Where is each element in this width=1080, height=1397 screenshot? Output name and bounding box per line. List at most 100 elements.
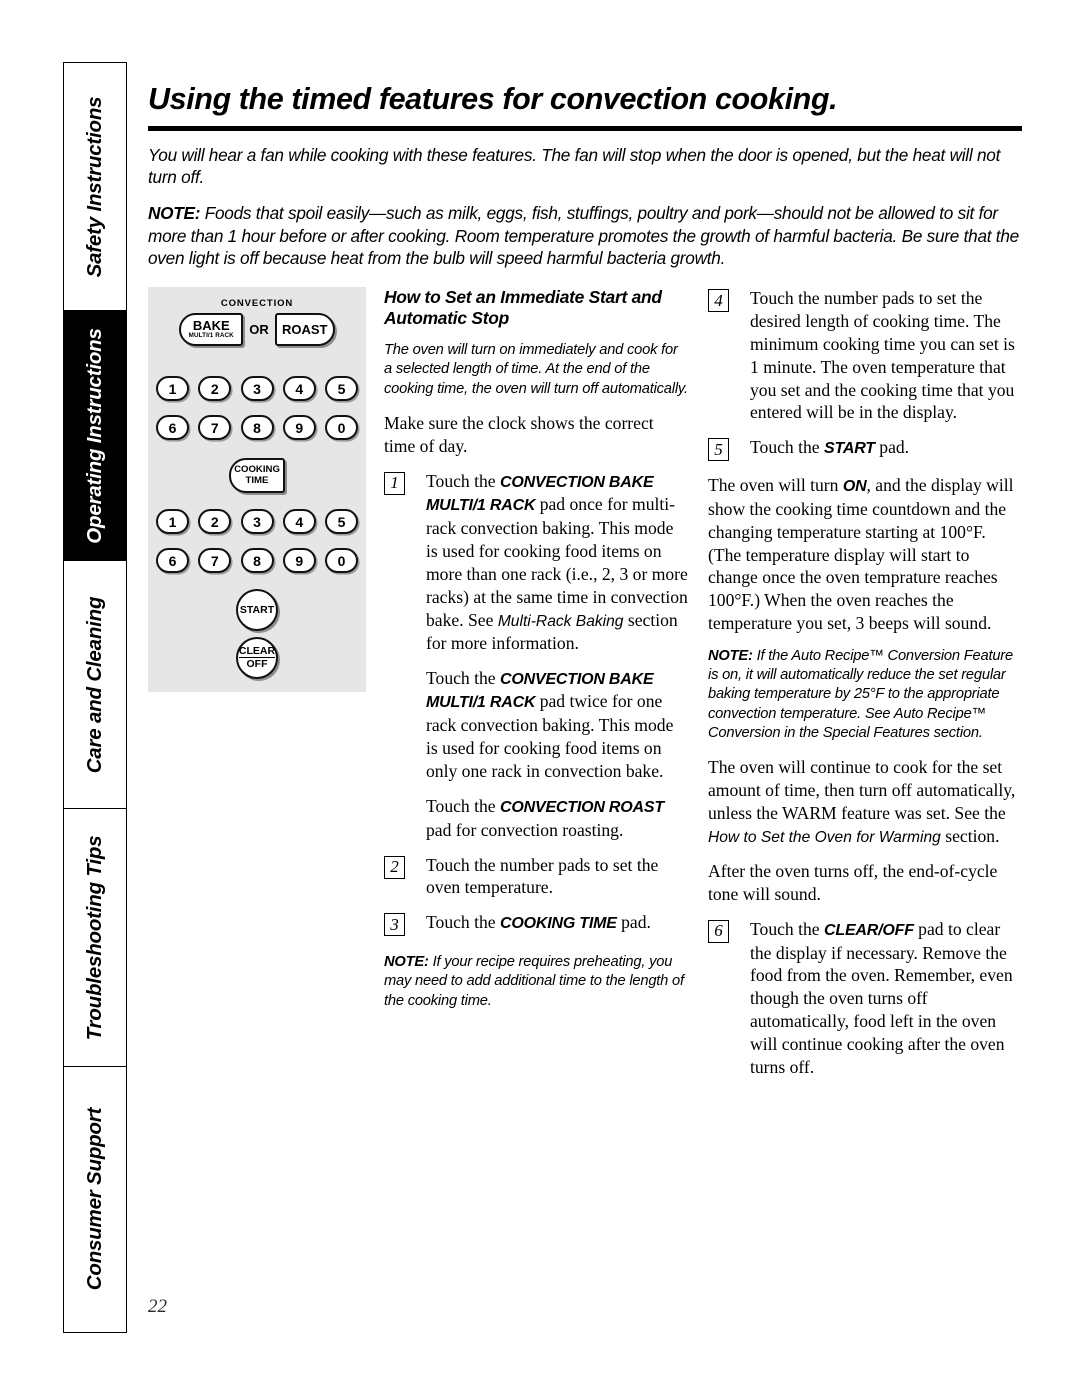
convection-bake-pad[interactable]: BAKE MULTI/1 RACK <box>179 313 244 347</box>
numpad-key[interactable]: 4 <box>282 509 316 535</box>
numpad-row-4: 6 7 8 9 0 <box>156 548 358 574</box>
sidebar-tab-consumer-support[interactable]: Consumer Support <box>64 1067 126 1331</box>
step-6-prefix: Touch the <box>750 918 825 939</box>
page-content: Using the timed features for convection … <box>148 62 1022 1357</box>
numpad-key[interactable]: 0 <box>325 548 358 574</box>
step-number: 6 <box>708 919 729 943</box>
step-3: 3 Touch the COOKING TIME pad. <box>384 911 689 937</box>
numpad-key[interactable]: 1 <box>156 376 189 402</box>
end-of-cycle-paragraph: After the oven turns off, the end-of-cyc… <box>708 861 998 904</box>
paragraph-3-prefix: Touch the <box>426 795 501 816</box>
step-3-prefix: Touch the <box>426 912 501 933</box>
sidebar-tab-troubleshooting-tips[interactable]: Troubleshooting Tips <box>64 809 126 1067</box>
step-4-text: Touch the number pads to set the desired… <box>750 288 1015 423</box>
continue-reference: How to Set the Oven for Warming <box>708 828 941 846</box>
step-3-text: Touch the COOKING TIME pad. <box>426 911 689 935</box>
paragraph-2-prefix: Touch the <box>426 667 501 688</box>
start-group: START <box>148 589 366 632</box>
step-number: 2 <box>384 855 405 879</box>
numpad-key[interactable]: 3 <box>240 376 274 402</box>
step-6-text: Touch the CLEAR/OFF pad to clear the dis… <box>750 918 1022 1079</box>
step-6-pad-name: CLEAR/OFF <box>824 921 914 939</box>
numpad-key[interactable]: 8 <box>240 548 274 574</box>
numpad-key[interactable]: 2 <box>198 376 232 402</box>
intro-paragraph: You will hear a fan while cooking with t… <box>148 144 1001 188</box>
numpad-key[interactable]: 6 <box>156 415 189 441</box>
cooking-time-group: COOKING TIME <box>148 458 366 494</box>
numpad-key[interactable]: 0 <box>325 415 358 441</box>
sidebar-tab-safety-instructions[interactable]: Safety Instructions <box>64 63 126 311</box>
note-text: If the Auto Recipe™ Conversion Feature i… <box>708 647 1013 741</box>
numpad-key[interactable]: 8 <box>240 415 274 441</box>
step-4: 4 Touch the number pads to set the desir… <box>708 287 1022 424</box>
cooking-time-pad[interactable]: COOKING TIME <box>229 458 285 494</box>
note-text: If your recipe requires preheating, you … <box>384 954 684 1009</box>
step-number: 4 <box>708 289 729 313</box>
oven-on-paragraph: The oven will turn ON, and the display w… <box>708 474 1022 635</box>
step-2-text: Touch the number pads to set the oven te… <box>426 854 659 898</box>
off-label: OFF <box>246 658 268 671</box>
continue-suffix: section. <box>940 825 1000 846</box>
numpad-key[interactable]: 2 <box>198 509 232 535</box>
step-number: 1 <box>384 471 405 495</box>
numpad-key[interactable]: 9 <box>282 548 316 574</box>
numpad-key[interactable]: 3 <box>240 509 274 535</box>
numpad-key[interactable]: 5 <box>325 509 358 535</box>
step-5-text: Touch the START pad. <box>750 436 1022 460</box>
cooking-time-label-1: COOKING <box>234 463 280 475</box>
continue-cooking-paragraph: The oven will continue to cook for the s… <box>708 756 1022 848</box>
clear-off-group: CLEAR OFF <box>148 637 366 680</box>
step-number: 5 <box>708 438 729 462</box>
step-6-body: pad to clear the display if necessary. R… <box>750 918 1013 1077</box>
convection-label: CONVECTION <box>220 298 294 310</box>
step-1-reference: Multi-Rack Baking <box>497 612 624 630</box>
continue-prefix: The oven will continue to cook for the s… <box>708 757 1016 823</box>
control-panel-illustration: CONVECTION BAKE MULTI/1 RACK OR ROAST 1 … <box>148 287 366 693</box>
paragraph-2: Touch the CONVECTION BAKE MULTI/1 RACK p… <box>426 667 689 783</box>
oven-on-prefix: The oven will turn <box>708 475 843 496</box>
oven-on-body: , and the display will show the cooking … <box>708 475 1014 634</box>
section-intro: The oven will turn on immediately and co… <box>384 342 688 397</box>
roast-label: ROAST <box>282 322 328 338</box>
step-5-pad-name: START <box>824 440 875 458</box>
intro-note-paragraph: NOTE: Foods that spoil easily—such as mi… <box>148 202 1022 270</box>
step-5-suffix: pad. <box>874 437 910 458</box>
right-text-column: 4 Touch the number pads to set the desir… <box>708 287 1022 1091</box>
paragraph-3-pad-name: CONVECTION ROAST <box>500 798 664 816</box>
title-divider <box>148 125 1022 131</box>
middle-note: NOTE: If your recipe requires preheating… <box>384 953 689 1011</box>
section-tab-rail: Safety Instructions Operating Instruction… <box>63 62 127 1333</box>
note-text: Foods that spoil easily—such as milk, eg… <box>148 202 1019 269</box>
step-1-text: Touch the CONVECTION BAKE MULTI/1 RACK p… <box>426 470 689 655</box>
numpad-key[interactable]: 4 <box>282 376 316 402</box>
page-title: Using the timed features for convection … <box>148 82 838 116</box>
numpad-key[interactable]: 5 <box>325 376 358 402</box>
bake-label: BAKE <box>192 318 230 334</box>
numpad-key[interactable]: 1 <box>156 509 189 535</box>
numpad-row-1: 1 2 3 4 5 <box>156 376 358 402</box>
cooking-time-label-2: TIME <box>245 474 269 486</box>
convection-roast-pad[interactable]: ROAST <box>274 313 335 347</box>
step-3-suffix: pad. <box>616 912 651 933</box>
bake-sublabel: MULTI/1 RACK <box>188 332 234 340</box>
sidebar-tab-label: Troubleshooting Tips <box>83 835 106 1040</box>
sidebar-tab-care-and-cleaning[interactable]: Care and Cleaning <box>64 561 126 809</box>
numpad-key[interactable]: 7 <box>198 548 232 574</box>
note-label: NOTE: <box>148 202 201 223</box>
start-label: START <box>239 603 275 616</box>
start-pad[interactable]: START <box>236 589 278 632</box>
numpad-key[interactable]: 9 <box>282 415 316 441</box>
oven-on-state: ON <box>842 478 867 496</box>
clear-off-pad[interactable]: CLEAR OFF <box>236 637 278 680</box>
step-6: 6 Touch the CLEAR/OFF pad to clear the d… <box>708 918 1022 1079</box>
note-label: NOTE: <box>708 647 753 664</box>
numpad-key[interactable]: 6 <box>156 548 189 574</box>
sidebar-tab-operating-instructions[interactable]: Operating Instructions <box>64 311 126 561</box>
paragraph-3: Touch the CONVECTION ROAST pad for conve… <box>426 795 689 842</box>
convection-mode-buttons: BAKE MULTI/1 RACK OR ROAST <box>148 313 366 347</box>
clock-note: Make sure the clock shows the correct ti… <box>384 412 654 456</box>
step-5-prefix: Touch the <box>750 437 825 458</box>
page-number: 22 <box>148 1296 167 1317</box>
step-2: 2 Touch the number pads to set the oven … <box>384 854 689 900</box>
numpad-key[interactable]: 7 <box>198 415 232 441</box>
